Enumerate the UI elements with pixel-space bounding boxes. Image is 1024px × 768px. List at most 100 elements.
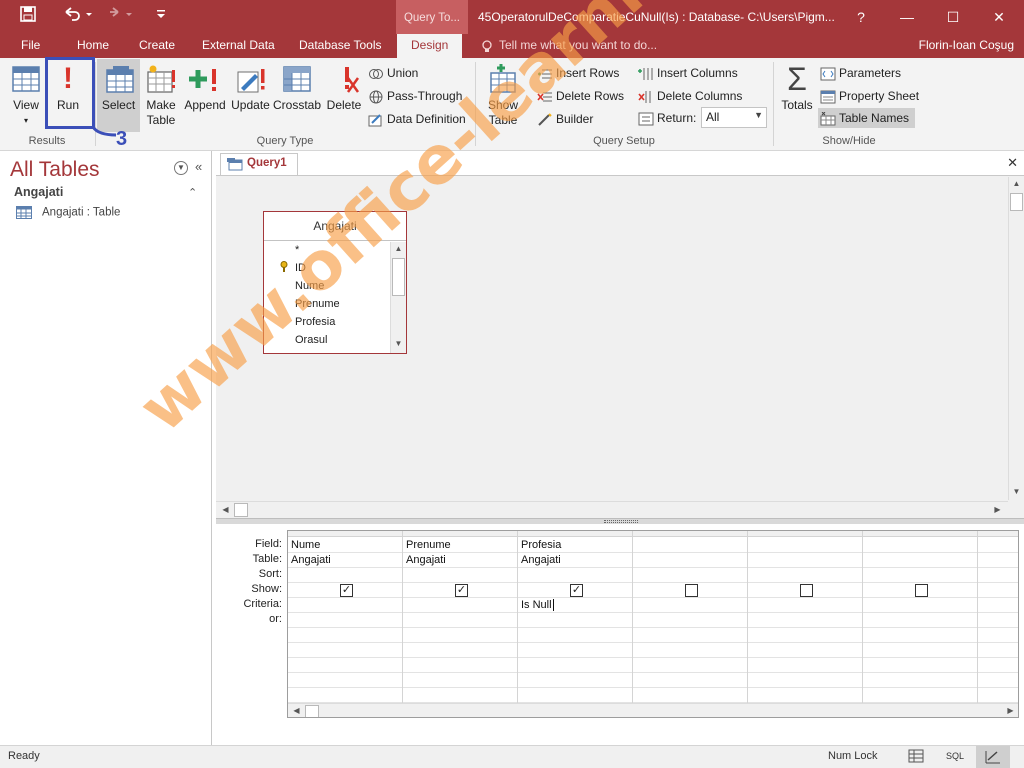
- save-icon[interactable]: [16, 6, 40, 28]
- navigation-pane: All Tables ▼ « Angajati ⌃ Angajati : Tab…: [0, 151, 212, 745]
- pass-through-button[interactable]: Pass-Through: [368, 86, 462, 106]
- table-pane-vscrollbar[interactable]: ▲ ▼: [1008, 177, 1024, 500]
- maximize-button[interactable]: ☐: [930, 0, 976, 34]
- field-item[interactable]: *: [295, 244, 299, 256]
- update-button[interactable]: Update: [229, 64, 272, 113]
- delete-columns-button[interactable]: Delete Columns: [638, 86, 742, 106]
- scroll-thumb[interactable]: [1010, 193, 1023, 211]
- tell-me-input[interactable]: Tell me what you want to do...: [499, 38, 657, 52]
- delete-rows-button[interactable]: Delete Rows: [537, 86, 624, 106]
- make-table-button[interactable]: Make Table: [142, 64, 180, 128]
- redo-icon[interactable]: [105, 6, 135, 28]
- tab-design[interactable]: Design: [397, 34, 463, 58]
- query-design-area: Query1 ✕ Angajati * ID Nume Prenume Prof…: [216, 151, 1024, 745]
- nav-item-angajati-table[interactable]: Angajati : Table: [16, 206, 120, 219]
- grid-field-cell[interactable]: Nume: [291, 539, 320, 551]
- design-grid: Nume Angajati ✓ Prenume Angajati ✓ Profe…: [287, 530, 1019, 718]
- datasheet-view-icon[interactable]: [908, 749, 924, 766]
- totals-button[interactable]: Σ Totals: [778, 63, 816, 113]
- show-checkbox[interactable]: ✓: [455, 584, 468, 597]
- splitter-grip[interactable]: [604, 520, 638, 523]
- return-dropdown[interactable]: All ▼: [701, 107, 767, 128]
- insert-columns-button[interactable]: Insert Columns: [638, 63, 738, 83]
- show-checkbox[interactable]: ✓: [570, 584, 583, 597]
- grid-column[interactable]: Profesia Angajati ✓ Is Null: [518, 531, 633, 717]
- crosstab-button[interactable]: Crosstab: [273, 64, 321, 113]
- grid-column[interactable]: Prenume Angajati ✓: [403, 531, 518, 717]
- scroll-down-icon[interactable]: ▼: [391, 337, 406, 352]
- show-checkbox[interactable]: ✓: [340, 584, 353, 597]
- design-view-button[interactable]: [976, 746, 1010, 768]
- customize-icon[interactable]: [152, 6, 170, 28]
- tab-external-data[interactable]: External Data: [202, 38, 275, 52]
- grid-hscrollbar[interactable]: ◀ ▶: [288, 703, 1018, 717]
- scroll-right-icon[interactable]: ▶: [990, 503, 1005, 518]
- undo-icon[interactable]: [60, 6, 94, 28]
- scroll-left-icon[interactable]: ◀: [218, 503, 233, 518]
- scroll-up-icon[interactable]: ▲: [1009, 177, 1024, 192]
- collapse-group-icon[interactable]: ⌃: [188, 186, 197, 199]
- field-list-angajati[interactable]: Angajati * ID Nume Prenume Profesia Oras…: [263, 211, 407, 354]
- user-name[interactable]: Florin-Ioan Coşug: [919, 38, 1014, 52]
- scroll-left-icon[interactable]: ◀: [289, 704, 304, 717]
- union-button[interactable]: Union: [368, 63, 418, 83]
- show-checkbox[interactable]: [915, 584, 928, 597]
- scroll-down-icon[interactable]: ▼: [1009, 485, 1024, 500]
- view-button[interactable]: View ▾: [8, 64, 44, 128]
- field-item[interactable]: ID: [295, 262, 306, 274]
- nav-group-header[interactable]: Angajati: [14, 185, 63, 199]
- query1-tab[interactable]: Query1: [220, 153, 298, 175]
- append-icon: [189, 69, 216, 91]
- grid-field-cell[interactable]: Prenume: [406, 539, 451, 551]
- field-item[interactable]: Orasul: [295, 334, 327, 346]
- grid-column[interactable]: [633, 531, 748, 717]
- field-item[interactable]: Profesia: [295, 316, 335, 328]
- scroll-up-icon[interactable]: ▲: [391, 242, 406, 257]
- design-view-icon: [985, 751, 1000, 764]
- scroll-thumb[interactable]: [305, 705, 319, 717]
- append-button[interactable]: Append: [182, 64, 228, 113]
- table-names-button[interactable]: Table Names: [818, 108, 916, 128]
- field-item[interactable]: Prenume: [295, 298, 340, 310]
- tab-file[interactable]: File: [21, 38, 40, 52]
- builder-button[interactable]: Builder: [537, 109, 593, 129]
- tab-create[interactable]: Create: [139, 38, 175, 52]
- field-list-title[interactable]: Angajati: [264, 212, 406, 241]
- scroll-thumb[interactable]: [392, 258, 405, 296]
- grid-table-cell[interactable]: Angajati: [521, 554, 561, 566]
- insert-rows-button[interactable]: Insert Rows: [537, 63, 619, 83]
- data-definition-button[interactable]: Data Definition: [368, 109, 466, 129]
- grid-criteria-cell[interactable]: Is Null: [521, 599, 554, 611]
- scroll-right-icon[interactable]: ▶: [1003, 704, 1018, 717]
- grid-field-cell[interactable]: Profesia: [521, 539, 561, 551]
- close-query-icon[interactable]: ✕: [1007, 155, 1018, 171]
- tab-database-tools[interactable]: Database Tools: [299, 38, 382, 52]
- show-checkbox[interactable]: [800, 584, 813, 597]
- field-list-scrollbar[interactable]: ▲ ▼: [390, 242, 406, 353]
- grid-table-cell[interactable]: Angajati: [406, 554, 446, 566]
- minimize-button[interactable]: —: [884, 0, 930, 34]
- table-pane-hscrollbar[interactable]: ◀ ▶: [216, 501, 1008, 518]
- property-sheet-button[interactable]: Property Sheet: [820, 86, 919, 106]
- close-button[interactable]: ✕: [976, 0, 1022, 34]
- nav-pane-title[interactable]: All Tables: [10, 158, 100, 182]
- tab-home[interactable]: Home: [77, 38, 109, 52]
- help-button[interactable]: ?: [838, 0, 884, 34]
- parameters-button[interactable]: Parameters: [820, 63, 901, 83]
- grid-table-cell[interactable]: Angajati: [291, 554, 331, 566]
- grid-column[interactable]: [748, 531, 863, 717]
- sql-view-button[interactable]: SQL: [946, 751, 964, 761]
- field-item[interactable]: Nume: [295, 280, 324, 292]
- show-checkbox[interactable]: [685, 584, 698, 597]
- grid-column[interactable]: Nume Angajati ✓: [288, 531, 403, 717]
- delete-query-button[interactable]: Delete: [323, 64, 365, 113]
- results-group-label: Results: [28, 135, 66, 147]
- collapse-pane-icon[interactable]: «: [195, 159, 202, 174]
- nav-menu-icon[interactable]: ▼: [174, 161, 188, 175]
- show-table-button[interactable]: Show Table: [481, 64, 525, 128]
- scroll-thumb[interactable]: [234, 503, 248, 517]
- grid-column[interactable]: [863, 531, 978, 717]
- group-separator: [475, 62, 476, 146]
- ribbon: View ▾ ! Run Results Select Make Table A…: [0, 58, 1024, 151]
- select-query-button[interactable]: Select: [97, 59, 140, 132]
